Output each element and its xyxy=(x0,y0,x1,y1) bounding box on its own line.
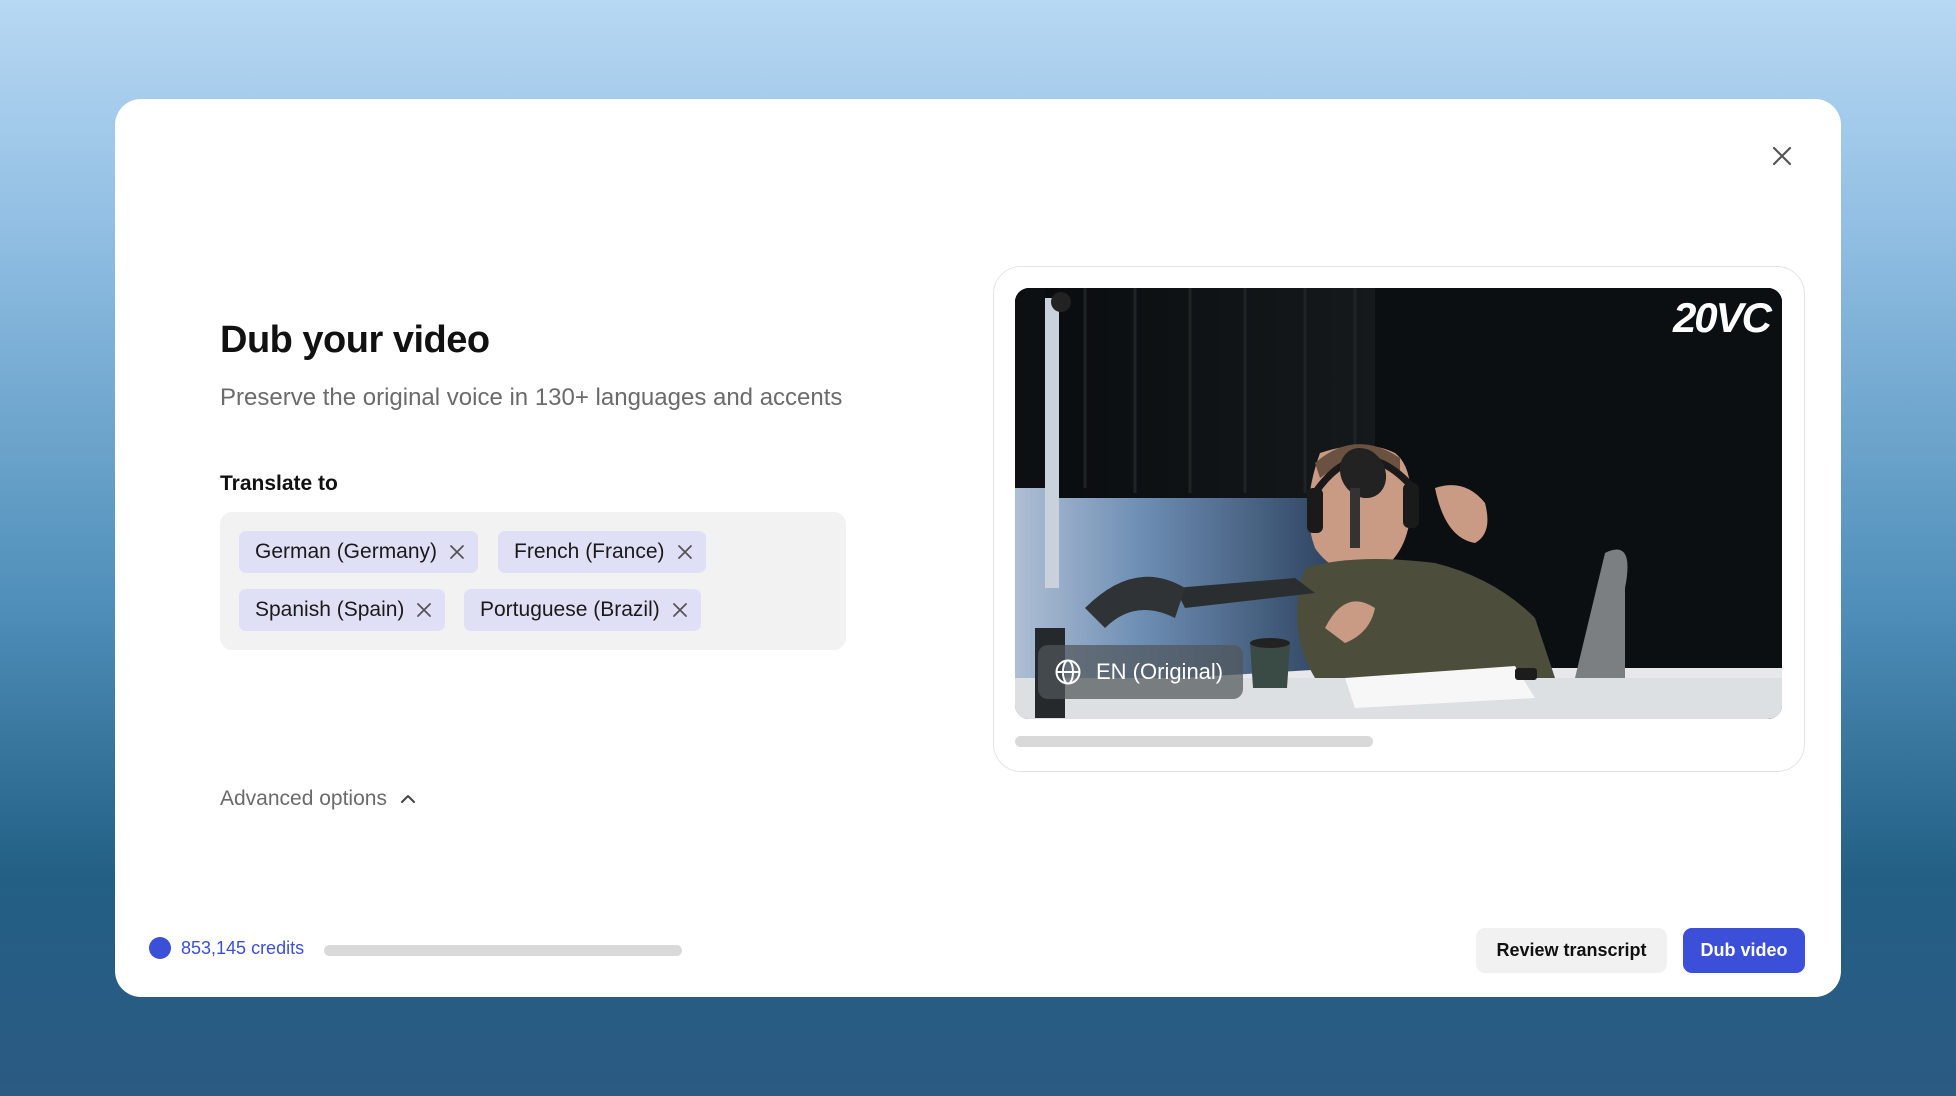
video-scrubber[interactable] xyxy=(1015,736,1373,747)
dub-video-button[interactable]: Dub video xyxy=(1683,928,1805,973)
chevron-up-icon xyxy=(399,793,417,805)
credits-bar xyxy=(324,945,682,956)
close-icon xyxy=(1772,146,1792,166)
language-tag-label: Spanish (Spain) xyxy=(255,598,405,621)
language-tag: French (France) xyxy=(498,531,706,573)
dub-dialog: Dub your video Preserve the original voi… xyxy=(115,99,1841,997)
language-tag: German (Germany) xyxy=(239,531,479,573)
remove-language-button[interactable] xyxy=(677,544,693,560)
credits-count: 853,145 credits xyxy=(181,937,305,958)
close-icon xyxy=(677,545,692,559)
remove-language-button[interactable] xyxy=(416,602,432,618)
credits-indicator: 853,145 credits xyxy=(149,937,304,959)
audio-language-label: EN (Original) xyxy=(1096,659,1224,684)
dialog-title: Dub your video xyxy=(220,319,490,361)
language-tag: Spanish (Spain) xyxy=(239,589,446,631)
advanced-options-toggle[interactable]: Advanced options xyxy=(220,787,417,811)
translate-to-label: Translate to xyxy=(220,472,338,495)
advanced-options-label: Advanced options xyxy=(220,787,387,810)
language-select[interactable]: German (Germany) French (France) Spanish… xyxy=(220,512,846,650)
remove-language-button[interactable] xyxy=(449,544,465,560)
language-tag-label: French (France) xyxy=(514,540,665,563)
brand-logo: 20VC xyxy=(1672,294,1772,341)
audio-language-button[interactable]: EN (Original) xyxy=(1038,645,1244,699)
remove-language-button[interactable] xyxy=(672,602,688,618)
dialog-subtitle: Preserve the original voice in 130+ lang… xyxy=(220,384,843,411)
close-button[interactable] xyxy=(1765,139,1799,173)
review-transcript-button[interactable]: Review transcript xyxy=(1476,928,1667,973)
language-tag: Portuguese (Brazil) xyxy=(464,589,701,631)
globe-icon xyxy=(1054,658,1082,686)
video-player[interactable]: 20VC EN (Original) xyxy=(1015,288,1782,719)
language-tag-label: German (Germany) xyxy=(255,540,438,563)
close-icon xyxy=(450,545,464,559)
credits-dot-icon xyxy=(149,937,171,959)
close-icon xyxy=(672,603,687,617)
close-icon xyxy=(417,603,432,617)
video-preview-card: 20VC EN (Original) xyxy=(993,266,1805,772)
language-tag-label: Portuguese (Brazil) xyxy=(480,598,660,621)
